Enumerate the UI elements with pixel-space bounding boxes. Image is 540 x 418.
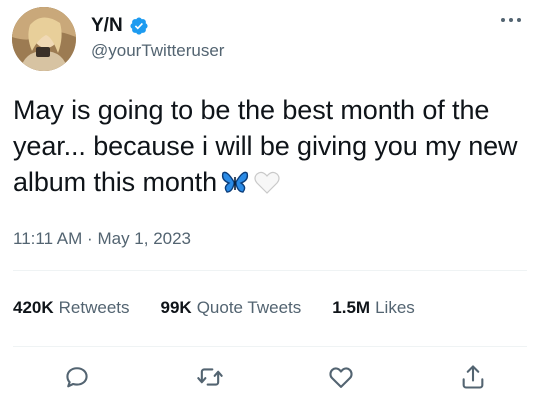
divider: [13, 346, 527, 347]
tweet-time: 11:11 AM: [13, 229, 83, 248]
quote-tweets-stat[interactable]: 99K Quote Tweets: [161, 298, 302, 318]
reply-icon[interactable]: [63, 363, 91, 391]
avatar[interactable]: [12, 7, 76, 71]
likes-stat[interactable]: 1.5M Likes: [332, 298, 414, 318]
tweet-text: May is going to be the best month of the…: [13, 92, 528, 200]
retweets-label: Retweets: [58, 298, 130, 317]
likes-count: 1.5M: [332, 298, 371, 317]
meta-separator: ·: [87, 229, 93, 248]
tweet-actions-bar: [0, 363, 540, 393]
divider: [13, 270, 527, 271]
blue-butterfly-emoji: [221, 168, 249, 194]
display-name[interactable]: Y/N: [91, 15, 123, 37]
share-icon[interactable]: [459, 363, 487, 391]
engagement-stats: 420K Retweets 99K Quote Tweets 1.5M Like…: [13, 298, 446, 318]
author-name-row: Y/N: [91, 13, 149, 39]
tweet-timestamp[interactable]: 11:11 AM · May 1, 2023: [13, 229, 191, 249]
retweets-count: 420K: [13, 298, 54, 317]
white-heart-emoji: [253, 168, 281, 194]
like-icon[interactable]: [327, 363, 355, 391]
more-options-icon[interactable]: [500, 12, 522, 22]
verified-badge-icon: [129, 16, 149, 36]
tweet-date: May 1, 2023: [97, 229, 192, 248]
profile-photo: [12, 7, 76, 71]
retweet-icon[interactable]: [196, 363, 224, 391]
quote-tweets-label: Quote Tweets: [196, 298, 302, 317]
likes-label: Likes: [375, 298, 415, 317]
retweets-stat[interactable]: 420K Retweets: [13, 298, 130, 318]
author-handle[interactable]: @yourTwitteruser: [91, 41, 224, 61]
quote-tweets-count: 99K: [160, 298, 192, 317]
